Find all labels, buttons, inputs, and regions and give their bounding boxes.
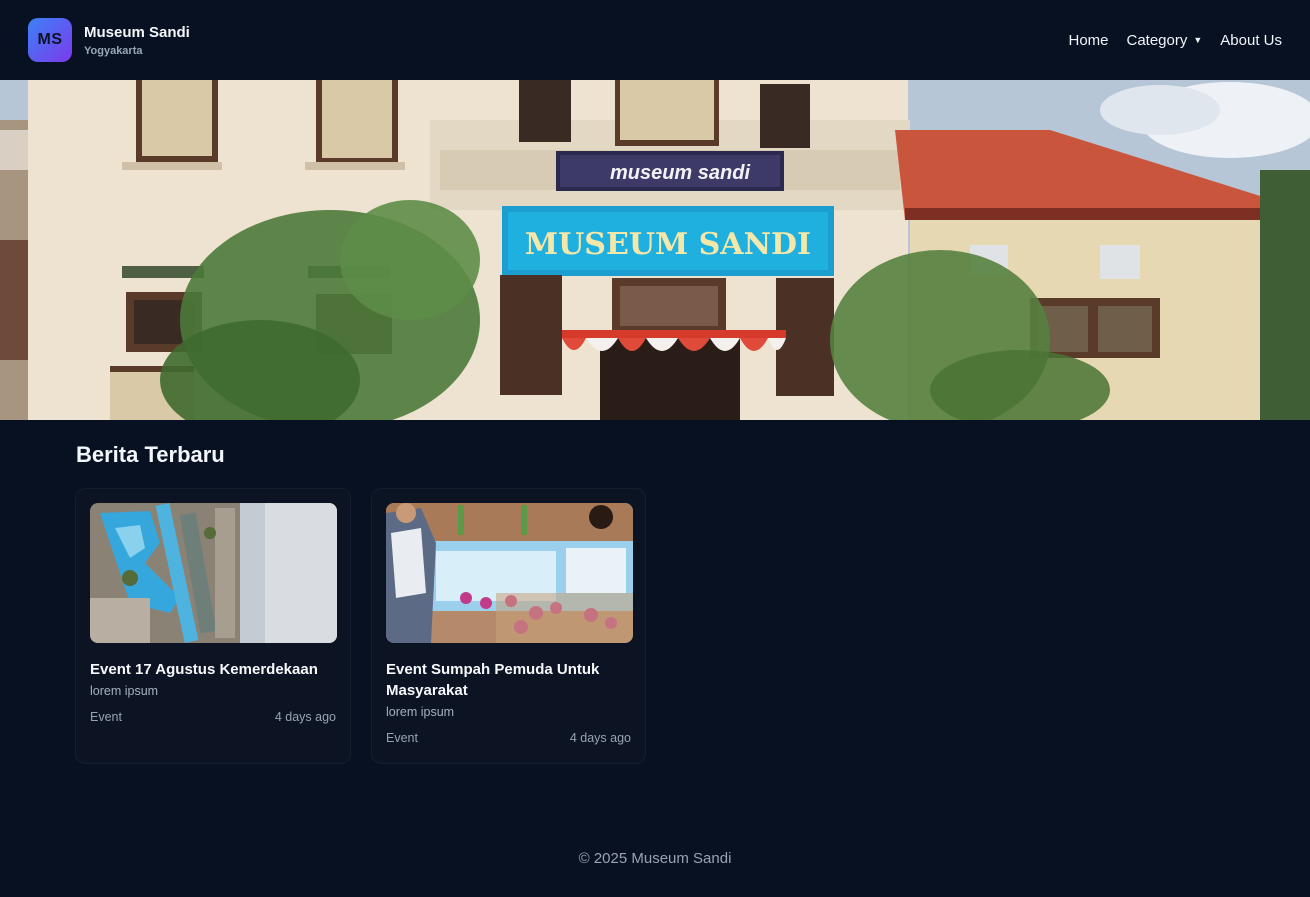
brand-city: Yogyakarta [84,44,143,57]
exhibition-display-photo [386,503,633,643]
sign-large-text: MUSEUM SANDI [525,227,811,262]
news-thumbnail[interactable] [386,503,633,643]
museum-building-photo: museum sandi MUSEUM SANDI [0,80,1310,420]
news-card[interactable]: Event 17 Agustus Kemerdekaan lorem ipsum… [75,488,351,764]
footer-copyright: © 2025 Museum Sandi [578,850,732,867]
news-title[interactable]: Event 17 Agustus Kemerdekaan [90,659,336,680]
main-nav: Home Category ▼ About Us [1068,32,1282,49]
caret-down-icon: ▼ [1193,34,1203,45]
news-category: Event [386,731,418,745]
news-thumbnail[interactable] [90,503,337,643]
news-meta: Event 4 days ago [386,731,631,745]
navbar: MS Museum Sandi Yogyakarta Home Category… [0,0,1310,80]
brand[interactable]: MS Museum Sandi Yogyakarta [28,18,190,62]
news-card[interactable]: Event Sumpah Pemuda Untuk Masyarakat lor… [371,488,646,764]
news-time: 4 days ago [569,731,631,745]
news-title[interactable]: Event Sumpah Pemuda Untuk Masyarakat [386,659,631,701]
news-description: lorem ipsum [386,705,455,719]
hero-image: museum sandi MUSEUM SANDI [0,80,1310,420]
news-time: 4 days ago [274,710,336,724]
aerial-pool-photo [90,503,337,643]
nav-home[interactable]: Home [1068,32,1108,49]
sign-small-text: museum sandi [610,162,750,184]
news-heading: Berita Terbaru [76,442,225,467]
news-meta: Event 4 days ago [90,710,336,724]
news-description: lorem ipsum [90,684,159,698]
brand-name[interactable]: Museum Sandi [84,24,190,41]
footer: © 2025 Museum Sandi [0,850,1310,867]
nav-category[interactable]: Category ▼ [1127,32,1203,49]
nav-about[interactable]: About Us [1220,32,1282,49]
nav-category-label: Category [1126,31,1188,49]
brand-logo[interactable]: MS [28,18,72,62]
news-list: Event 17 Agustus Kemerdekaan lorem ipsum… [75,488,646,764]
brand-text: Museum Sandi Yogyakarta [84,24,190,57]
news-category: Event [90,710,122,724]
